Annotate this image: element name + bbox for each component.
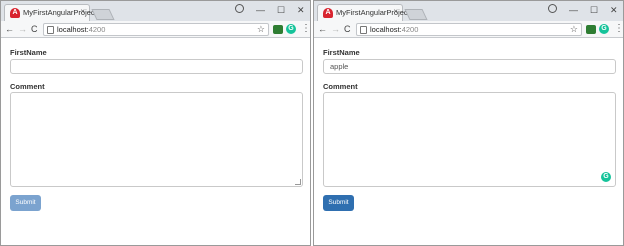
browser-window-left: A MyFirstAngularProject × — ☐ ✕ ← → C lo… xyxy=(0,0,311,246)
firstname-label: FirstName xyxy=(323,48,360,57)
firstname-input[interactable] xyxy=(10,59,303,74)
forward-icon[interactable]: → xyxy=(331,24,340,34)
browser-tab[interactable]: A MyFirstAngularProject × xyxy=(4,4,97,21)
reload-icon[interactable]: C xyxy=(31,24,38,34)
grammarly-extension-icon[interactable]: G xyxy=(599,24,609,34)
close-window-icon[interactable]: ✕ xyxy=(297,4,305,16)
url-host: localhost: xyxy=(370,25,402,34)
maximize-icon[interactable]: ☐ xyxy=(590,4,598,16)
page-content: FirstName Comment Submit xyxy=(1,39,310,245)
firstname-input[interactable]: apple xyxy=(323,59,616,74)
angular-logo-icon: A xyxy=(10,8,20,18)
angular-logo-icon: A xyxy=(323,8,333,18)
browser-toolbar: ← → C localhost:4200 ☆ G ⋮ xyxy=(1,21,310,38)
url-port: 4200 xyxy=(88,25,106,34)
forward-icon[interactable]: → xyxy=(18,24,27,34)
browser-window-right: A MyFirstAngularProject × — ☐ ✕ ← → C lo… xyxy=(313,0,624,246)
menu-icon[interactable]: ⋮ xyxy=(301,23,310,35)
resize-grip-icon[interactable] xyxy=(295,179,301,185)
profile-icon[interactable] xyxy=(548,4,557,13)
comment-textarea[interactable]: G xyxy=(323,92,616,187)
grammarly-extension-icon[interactable]: G xyxy=(286,24,296,34)
title-bar: A MyFirstAngularProject × — ☐ ✕ xyxy=(1,1,310,21)
page-info-icon[interactable] xyxy=(360,26,367,34)
bookmark-star-icon[interactable]: ☆ xyxy=(257,24,265,35)
browser-tab[interactable]: A MyFirstAngularProject × xyxy=(317,4,410,21)
back-icon[interactable]: ← xyxy=(5,24,14,34)
extension-icon[interactable] xyxy=(586,25,596,34)
url-host: localhost: xyxy=(57,25,89,34)
address-bar[interactable]: localhost:4200 ☆ xyxy=(356,23,582,36)
url-text: localhost:4200 xyxy=(57,25,105,35)
grammarly-icon[interactable]: G xyxy=(601,172,611,182)
minimize-icon[interactable]: — xyxy=(569,4,578,16)
submit-button[interactable]: Submit xyxy=(323,195,354,211)
menu-icon[interactable]: ⋮ xyxy=(614,23,623,35)
profile-icon[interactable] xyxy=(235,4,244,13)
submit-button[interactable]: Submit xyxy=(10,195,41,211)
browser-toolbar: ← → C localhost:4200 ☆ G ⋮ xyxy=(314,21,623,38)
tab-close-icon[interactable]: × xyxy=(80,7,85,16)
minimize-icon[interactable]: — xyxy=(256,4,265,16)
title-bar: A MyFirstAngularProject × — ☐ ✕ xyxy=(314,1,623,21)
new-tab-button[interactable] xyxy=(404,9,428,20)
page-info-icon[interactable] xyxy=(47,26,54,34)
extension-icon[interactable] xyxy=(273,25,283,34)
reload-icon[interactable]: C xyxy=(344,24,351,34)
new-tab-button[interactable] xyxy=(91,9,115,20)
firstname-label: FirstName xyxy=(10,48,47,57)
tab-close-icon[interactable]: × xyxy=(393,7,398,16)
address-bar[interactable]: localhost:4200 ☆ xyxy=(43,23,269,36)
comment-textarea[interactable] xyxy=(10,92,303,187)
maximize-icon[interactable]: ☐ xyxy=(277,4,285,16)
page-content: FirstName apple Comment G Submit xyxy=(314,39,623,245)
url-text: localhost:4200 xyxy=(370,25,418,35)
comment-label: Comment xyxy=(323,82,358,91)
back-icon[interactable]: ← xyxy=(318,24,327,34)
url-port: 4200 xyxy=(401,25,419,34)
tab-title: MyFirstAngularProject xyxy=(336,8,410,17)
tab-title: MyFirstAngularProject xyxy=(23,8,97,17)
bookmark-star-icon[interactable]: ☆ xyxy=(570,24,578,35)
comment-label: Comment xyxy=(10,82,45,91)
close-window-icon[interactable]: ✕ xyxy=(610,4,618,16)
